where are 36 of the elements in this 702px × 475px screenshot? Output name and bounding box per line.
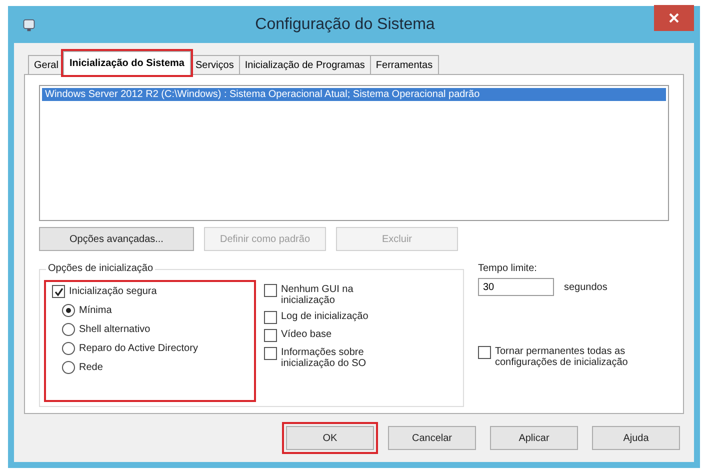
unit-label: segundos [564,282,608,292]
timeout-field[interactable]: 30 [478,278,554,296]
radio-option[interactable]: Reparo do Active Directory [52,342,248,355]
radio-button[interactable] [62,361,75,374]
dialog-button[interactable]: Aplicar [490,426,578,450]
list-item[interactable]: Windows Server 2012 R2 (C:\Windows) : Sistema Operacional Atual; Sistema Operacional padrão [42,88,666,101]
checkbox[interactable] [264,311,277,324]
checkbox[interactable] [478,346,491,359]
action-button[interactable]: Opções avançadas... [39,227,194,251]
app-icon [22,18,36,32]
tab[interactable]: Ferramentas [370,55,439,75]
radio-option[interactable]: Shell alternativo [52,323,248,336]
radio-option[interactable]: Mínima [52,304,248,317]
window-title: Configuração do Sistema [254,16,436,34]
checkbox-row[interactable]: Log de inicialização [264,311,391,324]
close-icon [669,13,679,23]
checkbox-row[interactable]: Vídeo base [264,329,391,342]
dialog-button[interactable]: Ajuda [592,426,680,450]
checkbox[interactable] [264,284,277,297]
dialog-button[interactable]: OK [286,426,374,450]
radio-button[interactable] [62,323,75,336]
close-button[interactable] [654,5,694,31]
checkbox[interactable] [52,285,65,298]
dialog-button[interactable]: Cancelar [388,426,476,450]
checkbox-row[interactable]: Informações sobre inicialização do SO [264,347,391,369]
checkbox-row[interactable]: Nenhum GUI na inicialização [264,284,391,306]
group-title: Opções de inicialização [46,263,156,274]
checkbox[interactable] [264,329,277,342]
checkbox-row[interactable]: Inicialização segura [52,285,248,298]
radio-button[interactable] [62,304,75,317]
checkbox-row[interactable]: Tornar permanentes todas as configurações de inicialização [478,346,645,368]
radio-button[interactable] [62,342,75,355]
tab[interactable]: Inicialização do Sistema [63,51,190,75]
radio-option[interactable]: Rede [52,361,248,374]
checkbox[interactable] [264,347,277,360]
timeout-label: Tempo limite: [478,263,538,274]
